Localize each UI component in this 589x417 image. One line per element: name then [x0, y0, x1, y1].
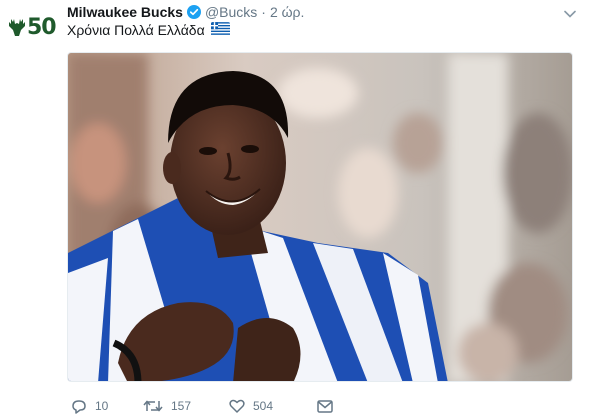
heart-icon	[229, 399, 245, 413]
reply-icon	[72, 399, 86, 414]
verified-badge-icon	[186, 5, 201, 19]
account-avatar[interactable]: 50	[8, 14, 57, 42]
account-handle[interactable]: @Bucks	[205, 4, 257, 20]
tweet-actions: 10 157 504	[71, 396, 333, 416]
account-name[interactable]: Milwaukee Bucks	[67, 4, 183, 20]
retweet-icon	[143, 400, 163, 412]
tweet-card[interactable]: 50 Milwaukee Bucks @Bucks · 2 ώρ. Χρόνια…	[0, 0, 589, 417]
antlers-logo-icon	[9, 19, 25, 36]
reply-count: 10	[95, 399, 109, 413]
like-button[interactable]: 504	[229, 399, 317, 413]
chevron-down-icon[interactable]	[564, 5, 576, 23]
tweet-header: Milwaukee Bucks @Bucks · 2 ώρ.	[67, 3, 304, 21]
avatar-label: 50	[27, 15, 57, 40]
direct-message-icon	[317, 399, 333, 413]
retweet-count: 157	[171, 399, 192, 413]
separator-dot: ·	[261, 4, 266, 20]
tweet-timestamp[interactable]: 2 ώρ.	[270, 4, 304, 20]
tweet-photo[interactable]	[67, 52, 573, 382]
direct-message-button[interactable]	[317, 399, 333, 413]
tweet-body: Χρόνια Πολλά Ελλάδα	[67, 22, 205, 38]
retweet-button[interactable]: 157	[143, 399, 229, 413]
like-count: 504	[253, 399, 274, 413]
greek-flag-icon	[210, 22, 230, 38]
tweet-text: Χρόνια Πολλά Ελλάδα	[67, 22, 230, 38]
reply-button[interactable]: 10	[71, 399, 143, 414]
